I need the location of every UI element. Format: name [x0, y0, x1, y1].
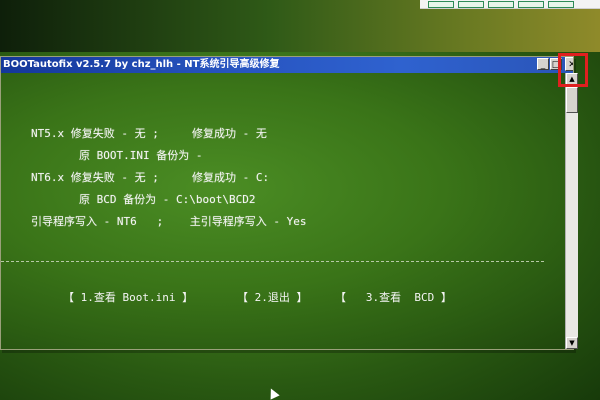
view-bcd-option[interactable]: 【 3.查看 BCD 】	[335, 289, 452, 305]
boot-write-line: 引导程序写入 - NT6 ; 主引导程序写入 - Yes	[31, 215, 307, 228]
title-bar[interactable]: BOOTautofix v2.5.7 by chz_hlh - NT系统引导高级…	[1, 57, 573, 73]
view-boot-ini-option[interactable]: 【 1.查看 Boot.ini 】	[63, 289, 193, 305]
logo-tile	[518, 1, 544, 8]
nt5-status-line: NT5.x 修复失败 - 无 ; 修复成功 - 无	[31, 127, 267, 140]
nt6-status-line: NT6.x 修复失败 - 无 ; 修复成功 - C:	[31, 171, 270, 184]
logo-tile	[488, 1, 514, 8]
close-button-highlight	[558, 53, 588, 87]
minimize-button[interactable]: _	[537, 58, 549, 70]
corner-logo	[420, 0, 600, 9]
bootautofix-window: BOOTautofix v2.5.7 by chz_hlh - NT系统引导高级…	[0, 56, 578, 350]
logo-tile	[458, 1, 484, 8]
mouse-pointer-icon	[266, 386, 280, 400]
logo-tile	[428, 1, 454, 8]
console-output: NT5.x 修复失败 - 无 ; 修复成功 - 无 原 BOOT.INI 备份为…	[1, 73, 565, 349]
logo-tile	[548, 1, 574, 8]
vertical-scrollbar[interactable]: ▲ ▼	[565, 73, 578, 349]
down-arrow-icon[interactable]: ▼	[566, 337, 578, 349]
divider	[1, 261, 544, 262]
scroll-thumb[interactable]	[566, 87, 578, 113]
nt5-backup-line: 原 BOOT.INI 备份为 -	[79, 149, 203, 162]
exit-option[interactable]: 【 2.退出 】	[237, 289, 308, 305]
nt6-backup-line: 原 BCD 备份为 - C:\boot\BCD2	[79, 193, 256, 206]
window-title: BOOTautofix v2.5.7 by chz_hlh - NT系统引导高级…	[3, 59, 280, 70]
